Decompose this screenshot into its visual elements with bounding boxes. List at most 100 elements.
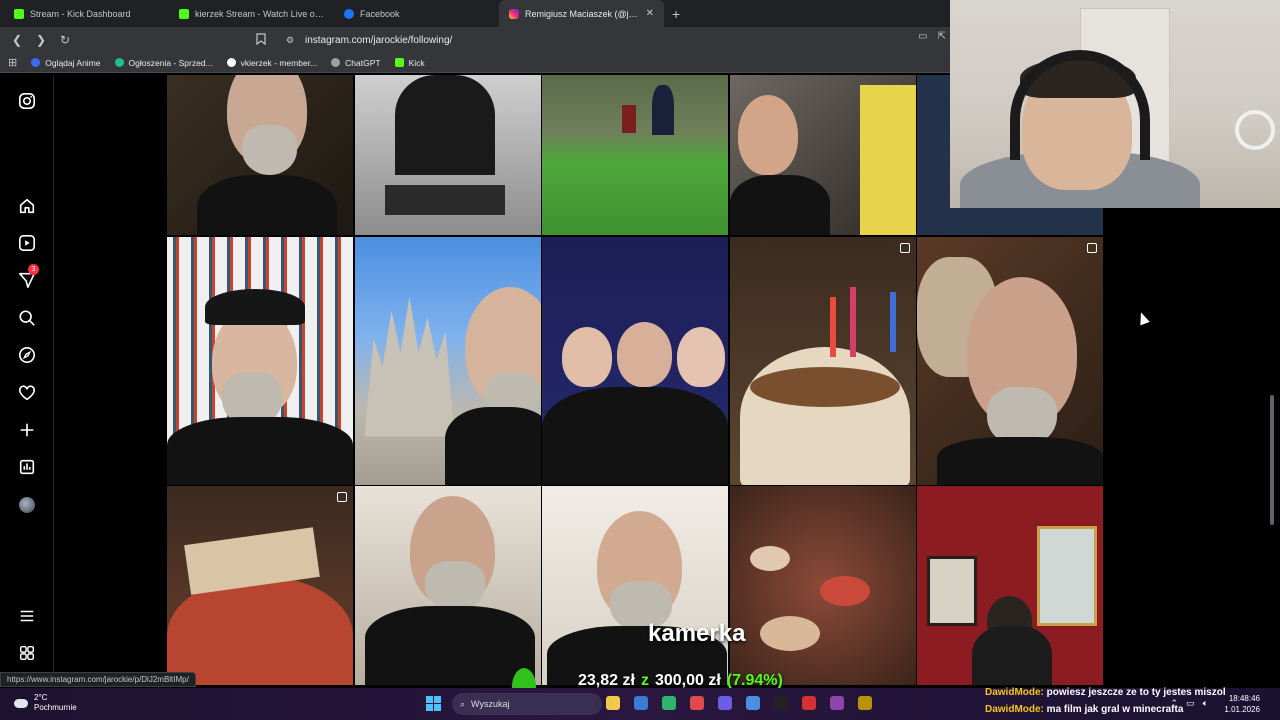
webcam-feed: [950, 0, 1280, 208]
kick-icon: [179, 8, 189, 19]
address-bar[interactable]: ⚙ instagram.com/jarockie/following/: [256, 30, 948, 50]
app-icon[interactable]: [830, 696, 844, 710]
chat-message: DawidMode: powiesz jeszcze ze to ty jest…: [985, 684, 1226, 701]
bookmark-star-icon[interactable]: [256, 32, 266, 48]
reels-icon[interactable]: [17, 233, 37, 253]
weather-widget[interactable]: 2°C Pochmurnie: [14, 693, 77, 713]
bookmark-icon: [31, 58, 41, 67]
url-text: instagram.com/jarockie/following/: [305, 34, 453, 46]
post-thumbnail[interactable]: [542, 75, 728, 235]
cast-icon[interactable]: ▭: [918, 31, 927, 42]
bookmarks-bar: ⊞ Oglądaj Anime Ogłoszenia - Sprzed... v…: [0, 53, 950, 73]
app-icon[interactable]: [858, 696, 872, 710]
tab-instagram[interactable]: Remigiusz Maciaszek (@jarocki ✕: [499, 0, 664, 27]
post-thumbnail[interactable]: [729, 75, 916, 235]
create-plus-icon[interactable]: [17, 420, 37, 440]
back-icon[interactable]: ❮: [8, 31, 26, 49]
tab-kierzek-stream[interactable]: kierzek Stream - Watch Live on K: [169, 0, 334, 27]
bookmark-icon: [331, 58, 341, 67]
post-thumbnail[interactable]: [729, 236, 916, 485]
post-thumbnail[interactable]: [542, 486, 728, 685]
app-icon[interactable]: [634, 696, 648, 710]
post-thumbnail[interactable]: [167, 486, 353, 685]
facebook-icon: [344, 8, 354, 19]
app-icon[interactable]: [662, 696, 676, 710]
home-icon[interactable]: [17, 196, 37, 216]
app-icon[interactable]: [690, 696, 704, 710]
post-thumbnail[interactable]: [729, 486, 916, 685]
multi-post-icon: [1087, 242, 1097, 253]
system-clock[interactable]: 18:48:46 1.01.2026: [1224, 693, 1260, 715]
post-thumbnail[interactable]: [542, 236, 728, 485]
weather-condition: Pochmurnie: [34, 703, 77, 712]
browser-tab-bar: Stream - Kick Dashboard kierzek Stream -…: [0, 0, 950, 27]
taskbar-search[interactable]: ⌕ Wyszukaj: [452, 693, 602, 715]
bookmark-icon: [114, 58, 124, 67]
share-icon[interactable]: ⇱: [938, 31, 946, 42]
app-icon[interactable]: [802, 696, 816, 710]
bookmark-item[interactable]: vkierzek - member...: [226, 58, 317, 68]
app-icon[interactable]: [774, 696, 788, 710]
chat-text: ma film jak gral w minecrafta: [1046, 704, 1184, 715]
chat-message: DawidMode: ma film jak gral w minecrafta: [985, 701, 1226, 718]
apps-grid-icon[interactable]: ⊞: [8, 56, 17, 69]
profile-avatar[interactable]: [17, 495, 37, 515]
search-icon[interactable]: [17, 308, 37, 328]
new-tab-icon[interactable]: +: [664, 6, 688, 22]
reload-icon[interactable]: ↻: [56, 31, 74, 49]
bookmark-icon: [394, 58, 404, 67]
link-status-url: https://www.instagram.com/jarockie/p/DlJ…: [0, 672, 196, 687]
tab-facebook[interactable]: Facebook: [334, 0, 499, 27]
camera-goal-label: kamerka: [648, 620, 746, 647]
post-thumbnail[interactable]: [167, 236, 353, 485]
explore-icon[interactable]: [17, 345, 37, 365]
app-icon[interactable]: [746, 696, 760, 710]
bookmark-icon: [226, 58, 236, 67]
stream-chat: DawidMode: powiesz jeszcze ze to ty jest…: [985, 684, 1226, 718]
post-thumbnail[interactable]: [354, 75, 541, 235]
instagram-sidebar: 3: [0, 75, 54, 685]
scrollbar[interactable]: [1270, 395, 1274, 525]
forward-icon[interactable]: ❯: [32, 31, 50, 49]
browser-nav-bar: ❮ ❯ ↻ ⚙ instagram.com/jarockie/following…: [0, 27, 950, 53]
site-info-icon[interactable]: ⚙: [286, 35, 294, 46]
search-icon: ⌕: [460, 698, 466, 709]
chat-username: DawidMode:: [985, 687, 1044, 698]
tab-kick-dashboard[interactable]: Stream - Kick Dashboard: [4, 0, 169, 27]
app-icon[interactable]: [718, 696, 732, 710]
cloud-icon: [14, 698, 28, 708]
messages-icon[interactable]: 3: [17, 264, 39, 290]
post-thumbnail[interactable]: [167, 75, 353, 235]
menu-icon[interactable]: [17, 606, 37, 626]
more-apps-icon[interactable]: [17, 643, 37, 663]
multi-post-icon: [337, 492, 347, 502]
taskbar-apps: [606, 696, 872, 710]
avatar: [19, 497, 35, 513]
file-explorer-icon[interactable]: [606, 696, 620, 710]
multi-post-icon: [899, 242, 910, 253]
notification-badge: 3: [28, 264, 39, 275]
bookmark-item[interactable]: ChatGPT: [331, 58, 381, 68]
windows-start-icon[interactable]: [426, 696, 441, 711]
post-thumbnail[interactable]: [917, 236, 1103, 485]
post-thumbnail[interactable]: [354, 236, 541, 485]
instagram-logo-icon[interactable]: [17, 91, 37, 111]
notifications-heart-icon[interactable]: [17, 383, 37, 403]
chat-text: powiesz jeszcze ze to ty jestes miszol: [1046, 687, 1226, 698]
ring-light: [1235, 110, 1275, 150]
bookmark-item[interactable]: Oglądaj Anime: [31, 58, 101, 68]
dashboard-icon[interactable]: [17, 457, 37, 477]
tab-title: Stream - Kick Dashboard: [30, 8, 131, 19]
close-tab-icon[interactable]: ✕: [646, 8, 654, 19]
clock-time: 18:48:46: [1228, 694, 1260, 703]
post-thumbnail[interactable]: [917, 486, 1103, 685]
search-placeholder: Wyszukaj: [471, 699, 510, 709]
post-thumbnail[interactable]: [354, 486, 541, 685]
bookmark-item[interactable]: Ogłoszenia - Sprzed...: [114, 58, 213, 68]
temperature: 2°C: [34, 693, 48, 702]
instagram-icon: [509, 8, 519, 19]
tab-title: Remigiusz Maciaszek (@jarocki: [525, 8, 640, 19]
bookmark-item[interactable]: Kick: [394, 58, 425, 68]
tab-title: kierzek Stream - Watch Live on K: [195, 8, 324, 19]
kick-icon: [14, 8, 24, 19]
